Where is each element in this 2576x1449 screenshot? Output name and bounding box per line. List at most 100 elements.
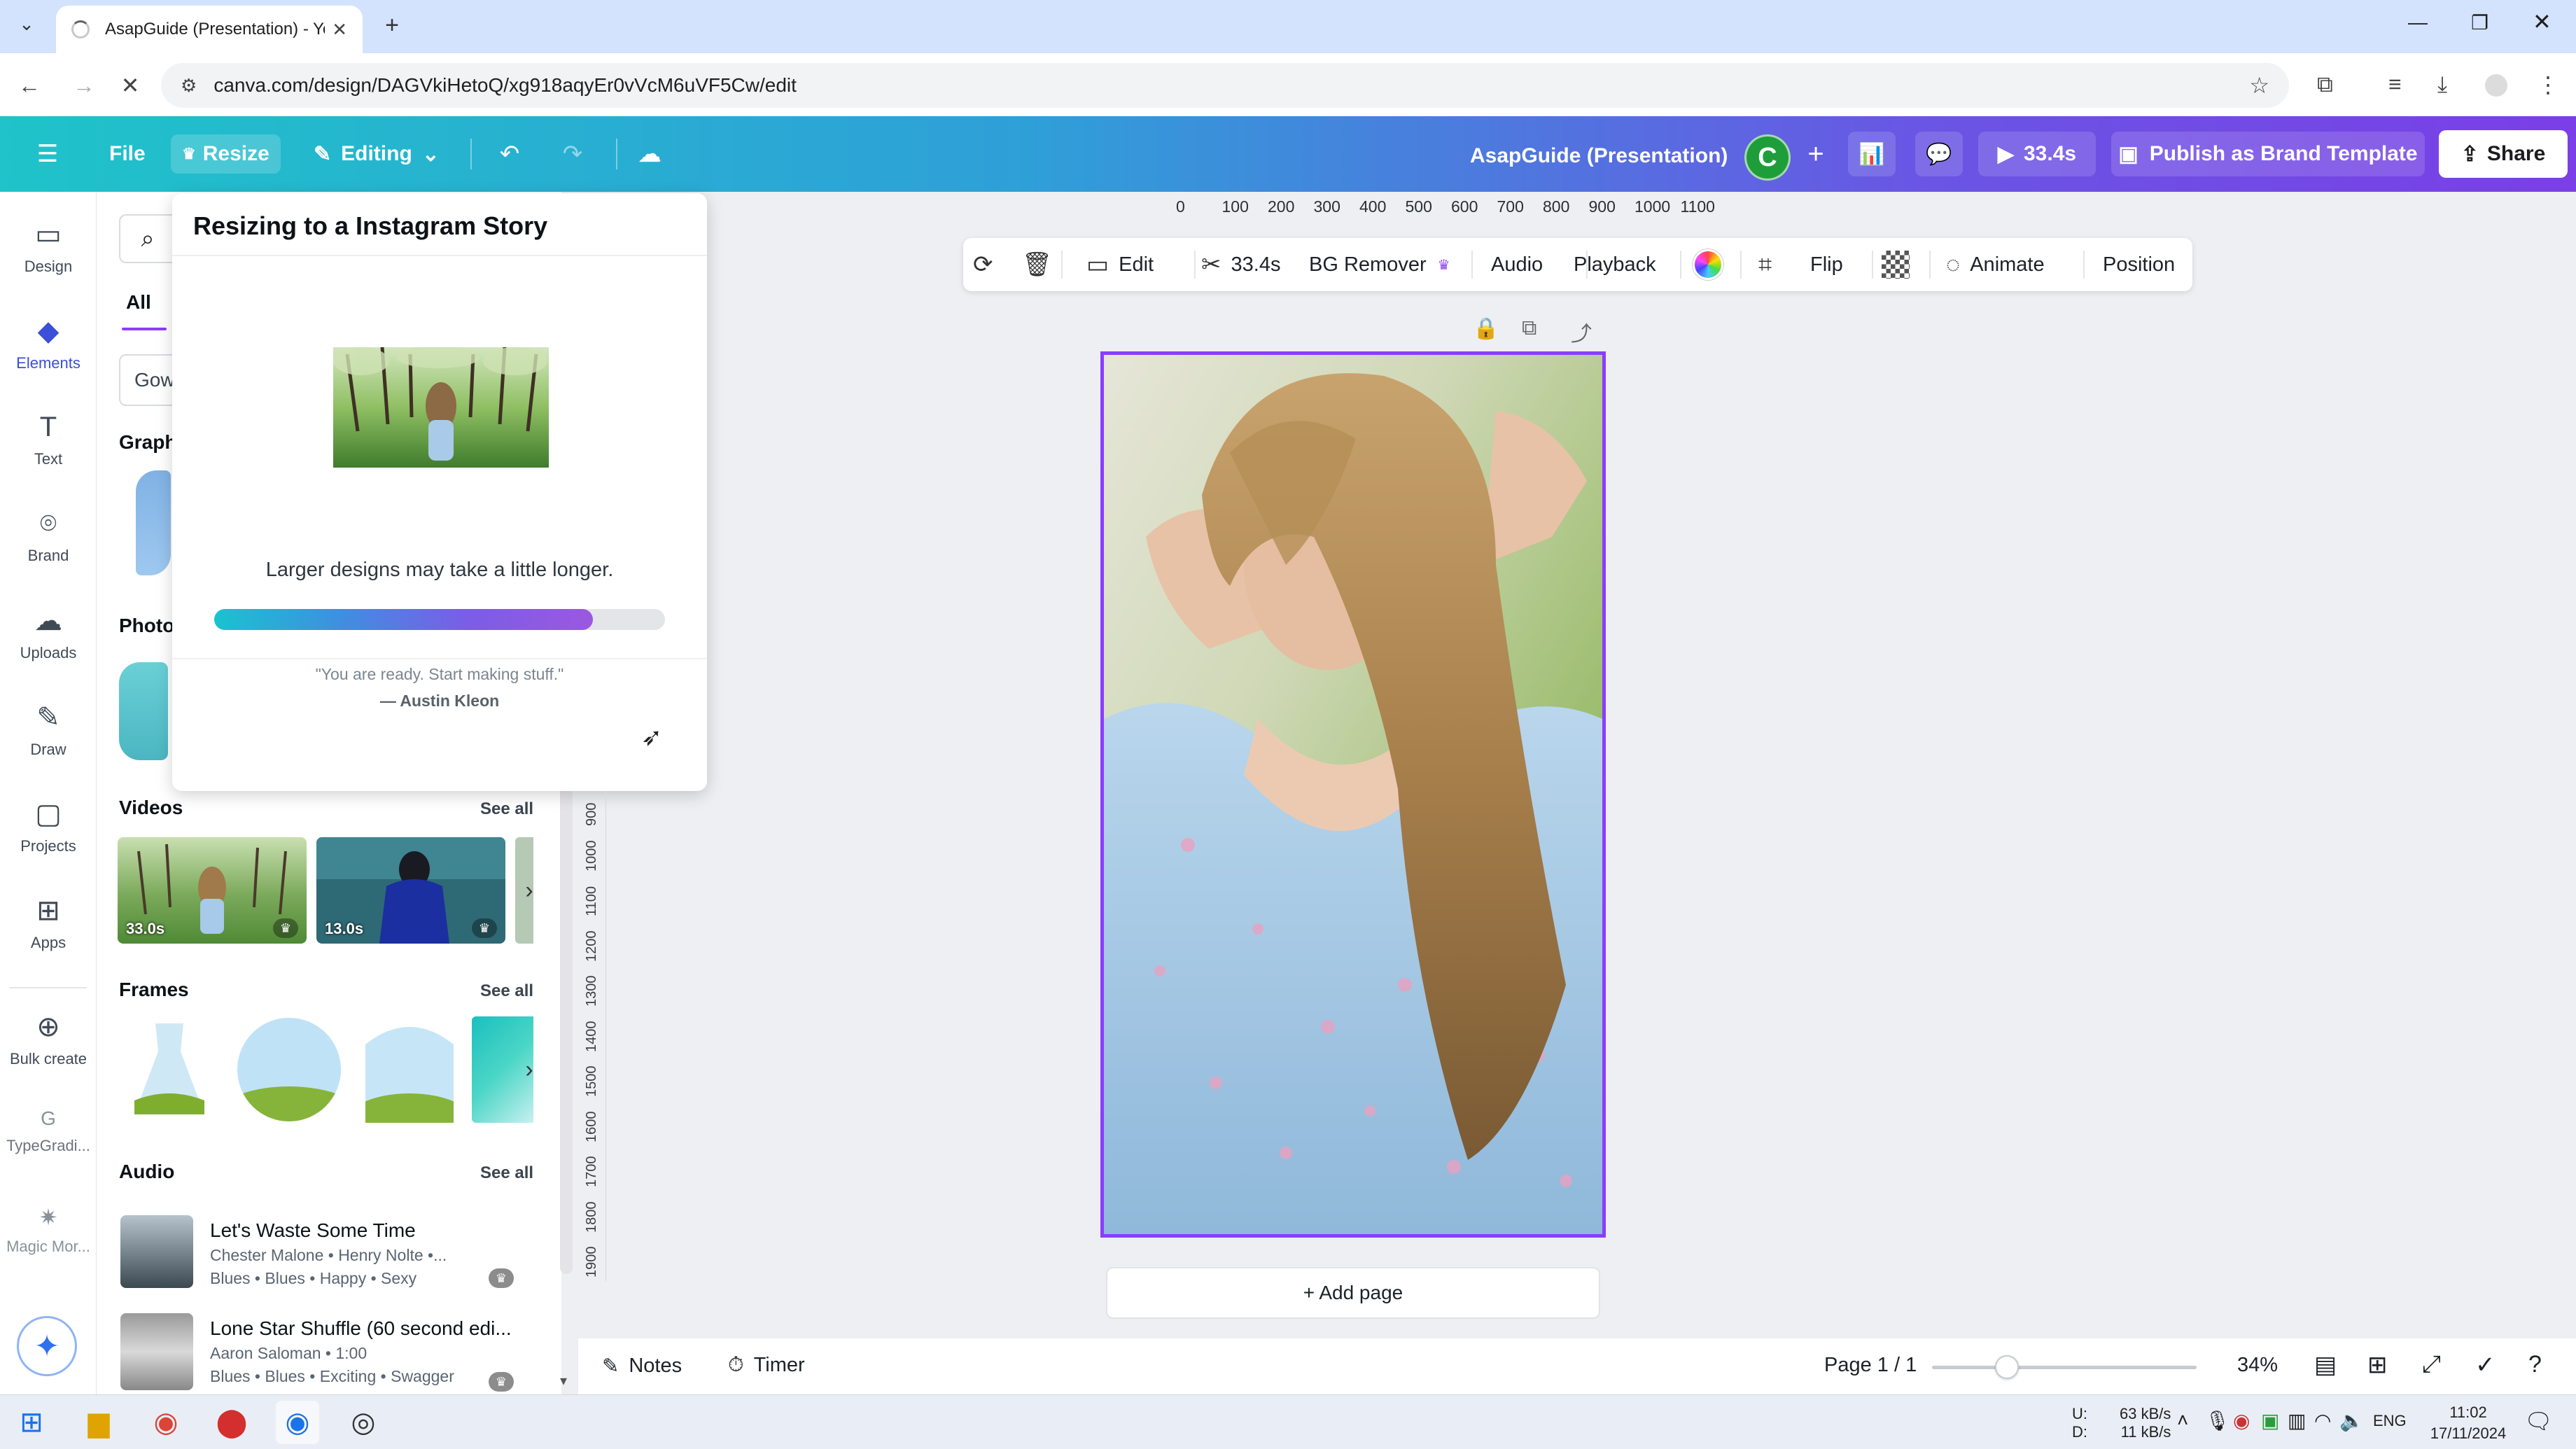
tab-close-icon[interactable]: ✕ [332,19,347,41]
frame-arch-thumbnail[interactable] [346,1016,472,1149]
sidebar-item-typegradient[interactable]: G TypeGradi... [0,1107,97,1155]
design-page[interactable] [1100,351,1606,1238]
chrome-active-icon[interactable]: ◉ [276,1401,319,1444]
comments-icon[interactable]: 💬 [1915,132,1963,176]
audio-button[interactable]: Audio [1491,238,1543,291]
sidebar-item-magic-morph[interactable]: ✷ Magic Mor... [0,1204,97,1256]
wifi-icon[interactable]: ◠ [2314,1409,2331,1432]
sidebar-item-projects[interactable]: ▢ Projects [0,798,97,855]
back-icon[interactable]: ← [13,69,46,102]
add-collaborator-icon[interactable]: + [1796,134,1835,174]
address-bar[interactable]: ⚙ canva.com/design/DAGVkiHetoQ/xg918aqyE… [161,63,2289,108]
language-indicator[interactable]: ENG [2373,1412,2407,1430]
delete-icon[interactable]: 🗑 [1022,238,1052,291]
duplicate-page-icon[interactable]: ⧉ [1522,316,1536,340]
reading-list-icon[interactable]: ≡ [2388,71,2402,97]
sidebar-item-text[interactable]: T Text [0,412,97,468]
redo-icon[interactable]: ↷ [553,134,592,174]
flip-button[interactable]: Flip [1810,238,1843,291]
app-tray-icon[interactable]: ▣ [2261,1409,2279,1432]
notes-button[interactable]: ✎ Notes [602,1354,682,1378]
profile-avatar[interactable] [2485,74,2507,97]
clock[interactable]: 11:02 17/11/2024 [2426,1402,2510,1444]
obs-icon[interactable]: ◎ [342,1401,385,1444]
zoom-slider-track[interactable] [1932,1366,2197,1369]
scroll-down-icon[interactable]: ▾ [560,1372,567,1390]
color-adjust-icon[interactable] [1693,238,1723,291]
magic-assistant-icon[interactable]: ✦ [17,1316,77,1376]
download-icon[interactable]: ⤓ [2437,71,2447,98]
audio-see-all-link[interactable]: See all [480,1163,533,1183]
tab-search-dropdown-icon[interactable]: ⌄ [13,10,41,38]
page-indicator[interactable]: Page 1 / 1 [1824,1354,1917,1377]
page-view-icon[interactable]: ▤ [2314,1351,2337,1379]
bg-remover-button[interactable]: BG Remover ♛ [1309,238,1450,291]
audio-list-item[interactable]: Lone Star Shuffle (60 second edi... Aaro… [120,1313,540,1392]
site-info-icon[interactable]: ⚙ [181,75,197,97]
animate-button[interactable]: ◌ Animate [1946,238,2045,291]
add-page-icon[interactable]: ⤴ [1571,316,1592,347]
video-thumbnail[interactable]: 13.0s ♛ [316,837,505,944]
frame-circle-thumbnail[interactable] [235,1016,343,1123]
crop-icon[interactable]: ⌗ [1758,238,1772,291]
window-restore-icon[interactable]: ❐ [2471,11,2488,34]
grid-view-icon[interactable]: ⊞ [2367,1351,2388,1379]
file-explorer-icon[interactable]: ▆ [77,1401,120,1444]
present-button[interactable]: ▶ 33.4s [1978,132,2096,176]
trim-button[interactable]: ✂ 33.4s [1201,238,1280,291]
user-avatar[interactable]: C [1744,134,1791,181]
edit-button[interactable]: ▭ Edit [1086,238,1154,291]
volume-icon[interactable]: 🔈 [2339,1409,2364,1432]
recorder-app-icon[interactable]: ⬤ [210,1401,253,1444]
photo-dress-thumbnail[interactable] [119,662,168,760]
check-icon[interactable]: ✓ [2475,1351,2496,1379]
share-button[interactable]: ⇪ Share [2439,130,2568,178]
window-close-icon[interactable]: ✕ [2533,8,2552,35]
replace-icon[interactable]: ⟳ [973,238,993,291]
document-title[interactable]: AsapGuide (Presentation) [1470,144,1728,168]
stop-loading-icon[interactable]: ✕ [113,69,147,102]
playback-button[interactable]: Playback [1574,238,1656,291]
sidebar-item-apps[interactable]: ⊞ Apps [0,895,97,952]
videos-see-all-link[interactable]: See all [480,799,533,819]
window-minimize-icon[interactable]: — [2408,11,2428,34]
position-button[interactable]: Position [2103,238,2175,291]
zoom-slider-handle[interactable] [1994,1355,2019,1379]
sidebar-item-draw[interactable]: ✎ Draw [0,701,97,759]
graphic-dress-thumbnail[interactable] [136,470,171,575]
sidebar-item-uploads[interactable]: ☁ Uploads [0,605,97,662]
insights-icon[interactable]: 📊 [1848,132,1896,176]
lock-icon[interactable]: 🔒 [1473,316,1499,341]
undo-icon[interactable]: ↶ [490,134,529,174]
network-icon[interactable]: ▥ [2288,1409,2306,1432]
sidebar-item-brand[interactable]: ⌾ Brand [0,508,97,565]
tray-chevron-icon[interactable]: ˄ [2177,1409,2188,1432]
chrome-menu-icon[interactable]: ⋮ [2537,71,2559,98]
main-menu-icon[interactable]: ☰ [28,134,67,174]
panel-scrollbar[interactable] [560,784,573,1274]
recording-tray-icon[interactable]: ◉ [2233,1409,2250,1432]
microphone-icon[interactable]: 🎙 [2205,1409,2230,1432]
timer-button[interactable]: ⏱ Timer [728,1354,805,1377]
audio-list-item[interactable]: Let's Waste Some Time Chester Malone • H… [120,1215,540,1292]
forward-icon[interactable]: → [67,69,101,102]
extensions-icon[interactable]: ⧉ [2317,71,2333,98]
frame-dress-thumbnail[interactable] [127,1016,211,1123]
fullscreen-icon[interactable]: ⤢ [2422,1351,2441,1378]
new-tab-icon[interactable]: + [378,11,406,39]
add-page-button[interactable]: + Add page [1106,1267,1600,1319]
notifications-icon[interactable]: 🗨 [2524,1408,2553,1434]
resize-button[interactable]: ♛ Resize [171,134,281,174]
sidebar-item-design[interactable]: ▭ Design [0,218,97,276]
frames-see-all-link[interactable]: See all [480,981,533,1001]
sidebar-item-elements[interactable]: ◆ Elements [0,315,97,372]
publish-brand-template-button[interactable]: ▣ Publish as Brand Template [2111,132,2425,176]
frames-next-arrow-icon[interactable]: › [515,1056,543,1084]
cloud-saved-icon[interactable]: ☁ [630,134,669,174]
videos-next-arrow-icon[interactable]: › [515,876,543,904]
help-icon[interactable]: ? [2528,1351,2542,1378]
file-menu-button[interactable]: File [98,134,157,174]
search-icon[interactable]: ⌕ [119,214,175,263]
video-thumbnail[interactable]: 33.0s ♛ [118,837,307,944]
browser-tab-active[interactable]: AsapGuide (Presentation) - You ✕ [56,6,363,53]
